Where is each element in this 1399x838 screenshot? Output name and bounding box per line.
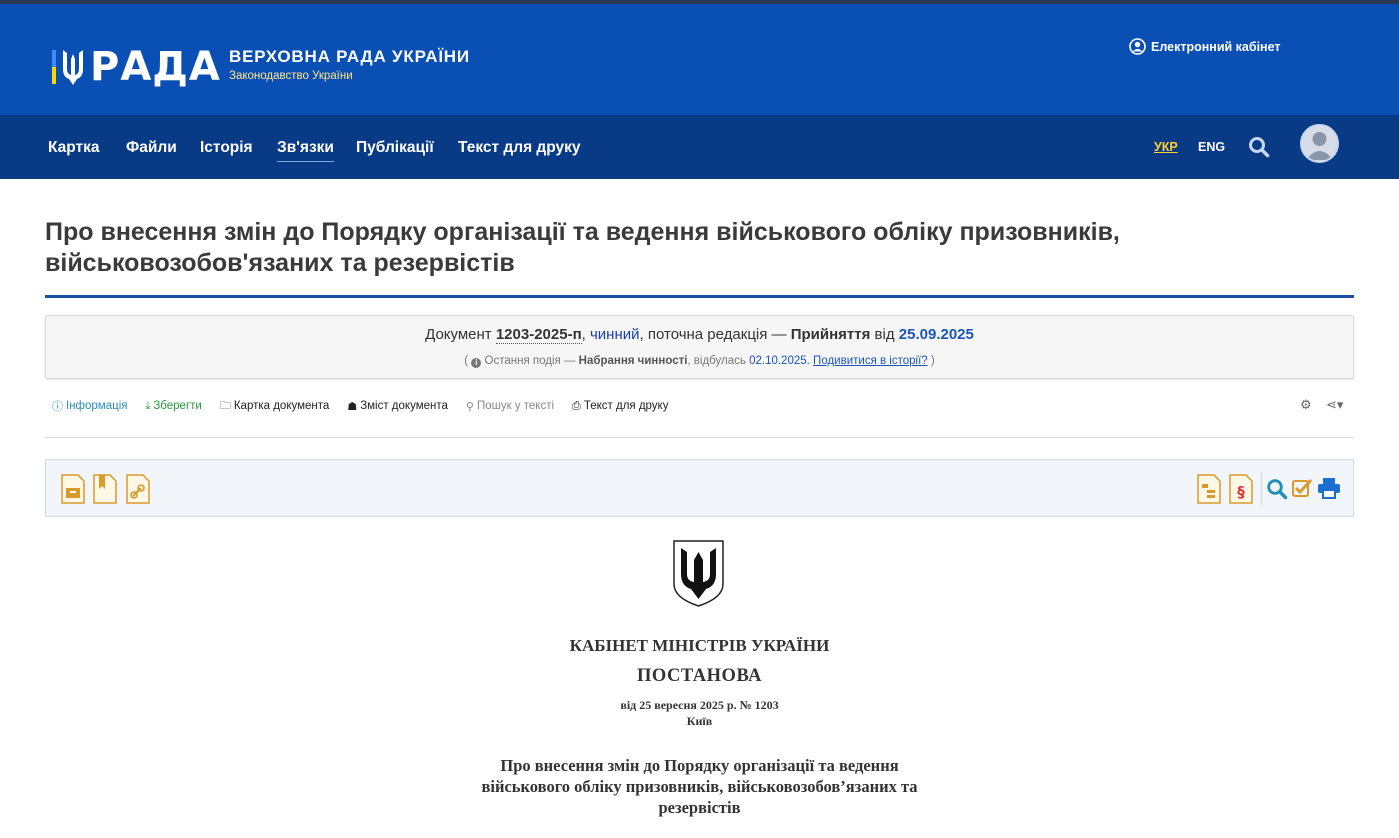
- site-header: РАДА ВЕРХОВНА РАДА УКРАЇНИ Законодавство…: [0, 4, 1399, 115]
- document-card-button[interactable]: 🗀 Картка документа: [220, 397, 329, 416]
- info-icon: i: [471, 358, 482, 368]
- title-divider: [45, 295, 1354, 298]
- org-title-block[interactable]: ВЕРХОВНА РАДА УКРАЇНИ Законодавство Укра…: [229, 47, 470, 84]
- logo-word: РАДА: [90, 44, 221, 90]
- nav-item-files[interactable]: Файли: [126, 139, 177, 157]
- document-state[interactable]: чинний: [590, 326, 640, 343]
- info-circle-icon: ⓘ: [52, 401, 63, 413]
- paragraph-doc-icon[interactable]: §: [1228, 474, 1254, 504]
- main-nav: Картка Файли Історія Зв'язки Публікації …: [0, 115, 1399, 179]
- print-icon[interactable]: [1317, 477, 1341, 499]
- link-doc-icon[interactable]: [125, 474, 151, 504]
- nav-item-print-text[interactable]: Текст для друку: [458, 139, 581, 157]
- e-cabinet-label: Електронний кабінет: [1151, 39, 1281, 54]
- nav-item-publications[interactable]: Публікації: [356, 139, 434, 157]
- search-in-doc-icon[interactable]: [1266, 478, 1288, 500]
- download-icon: ⤓: [145, 399, 151, 412]
- act-type: ПОСТАНОВА: [637, 666, 762, 686]
- checkbox-check-icon[interactable]: [1291, 477, 1313, 499]
- org-subtitle: Законодавство України: [229, 70, 353, 82]
- site-logo[interactable]: РАДА: [52, 45, 221, 89]
- bookmark-doc-icon[interactable]: [92, 474, 118, 504]
- nav-item-history[interactable]: Історія: [200, 139, 253, 157]
- toolbar-divider: [45, 437, 1354, 438]
- printer-icon: ⎙: [572, 399, 581, 412]
- lang-ukr[interactable]: УКР: [1154, 140, 1178, 154]
- settings-icon[interactable]: ⚙: [1300, 397, 1312, 413]
- nav-item-links[interactable]: Зв'язки: [277, 139, 334, 162]
- status-event: Прийняття: [790, 326, 871, 343]
- search-icon[interactable]: [1248, 136, 1270, 158]
- act-date-number: від 25 вересня 2025 р. № 1203: [620, 698, 779, 712]
- info-button[interactable]: ⓘ Інформація: [52, 398, 127, 414]
- page-title: Про внесення змін до Порядку організації…: [45, 218, 1120, 277]
- last-event-line: ( i Остання подія — Набрання чинності, в…: [464, 355, 935, 368]
- print-text-button[interactable]: ⎙ Текст для друку: [572, 400, 668, 413]
- document-icon-panel: §: [45, 459, 1354, 517]
- document-contents-button[interactable]: ☗ Зміст документа: [347, 400, 448, 413]
- lang-eng[interactable]: ENG: [1198, 140, 1225, 154]
- text-search-button[interactable]: ⚲ Пошук у тексті: [466, 400, 554, 413]
- org-name: ВЕРХОВНА РАДА УКРАЇНИ: [229, 47, 470, 66]
- save-button[interactable]: ⤓ Зберегти: [145, 400, 201, 413]
- user-circle-icon: [1129, 38, 1146, 55]
- coat-of-arms-icon: [673, 540, 724, 607]
- act-subject-text: Про внесення змін до Порядку організації…: [481, 756, 918, 817]
- svg-text:§: §: [1237, 483, 1245, 501]
- magnifier-icon: ⚲: [465, 400, 474, 413]
- document-number[interactable]: 1203-2025-п: [495, 326, 582, 344]
- trident-icon: [63, 50, 83, 85]
- document-status-box: Документ 1203-2025-п, чинний, поточна ре…: [45, 315, 1354, 379]
- act-city: Київ: [686, 714, 713, 728]
- e-cabinet-link[interactable]: Електронний кабінет: [1129, 38, 1281, 55]
- folder-icon: 🗀: [219, 399, 231, 412]
- sitemap-icon: ☗: [347, 400, 358, 413]
- user-avatar-icon: [1306, 132, 1333, 160]
- flag-icon: [52, 50, 56, 84]
- avatar[interactable]: [1300, 124, 1339, 163]
- archive-doc-icon[interactable]: [60, 474, 86, 504]
- history-link[interactable]: Подивитися в історії?: [813, 355, 928, 367]
- share-icon[interactable]: ⋖▾: [1326, 397, 1343, 413]
- document-structure-icon[interactable]: [1196, 474, 1222, 504]
- panel-separator: [1261, 472, 1262, 506]
- issuer-name: КАБІНЕТ МІНІСТРІВ УКРАЇНИ: [569, 636, 830, 655]
- act-subject: Про внесення змін до Порядку організації…: [0, 755, 1399, 818]
- status-date[interactable]: 25.09.2025: [899, 326, 974, 343]
- status-line: Документ 1203-2025-п, чинний, поточна ре…: [425, 326, 974, 344]
- document-toolbar: ⓘ Інформація ⤓ Зберегти 🗀 Картка документа …: [52, 398, 686, 414]
- nav-item-card[interactable]: Картка: [48, 139, 100, 157]
